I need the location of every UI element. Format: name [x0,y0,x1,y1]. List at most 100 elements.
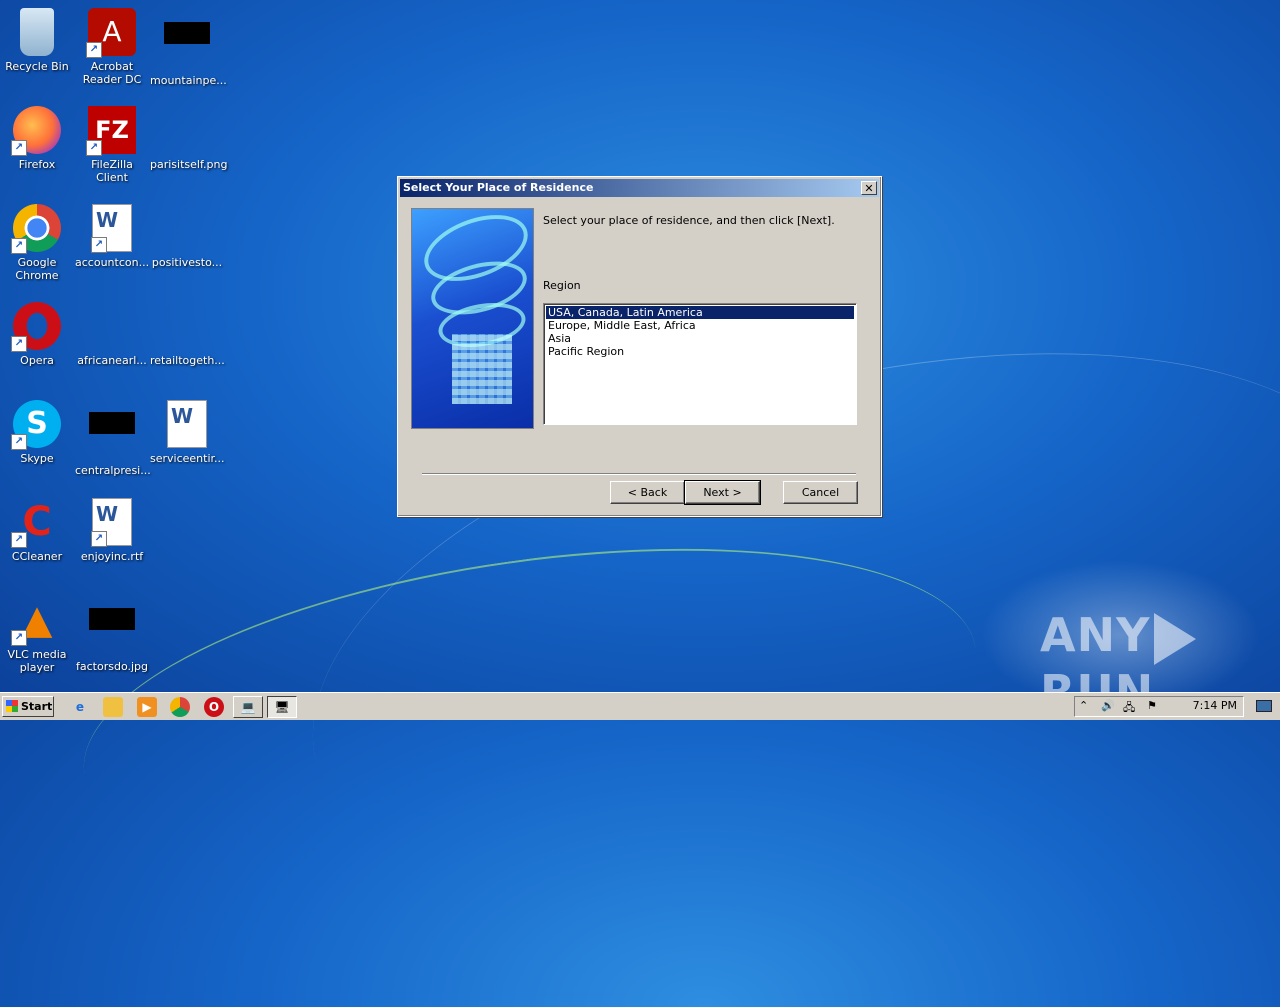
close-button[interactable]: ✕ [861,181,877,195]
file-explorer-icon[interactable] [103,697,123,717]
desktop-icon-label: CCleaner [11,550,63,563]
file-thumbnail-icon [163,22,211,70]
region-option[interactable]: Pacific Region [546,345,854,358]
desktop-icon-centralpresi[interactable]: centralpresi... [75,394,151,477]
desktop-icon-label: Skype [20,452,54,465]
windows-logo-icon [6,700,18,712]
desktop-icon-vlc[interactable]: ▲ ↗ VLC media player [0,590,74,674]
volume-icon[interactable]: 🔊 [1101,699,1115,712]
region-listbox[interactable]: USA, Canada, Latin America Europe, Middl… [543,303,857,425]
desktop-icon-label: Google Chrome [15,256,59,282]
desktop-icon-label: mountainpe... [150,74,227,87]
png-file-icon [163,106,211,154]
desktop-icon-skype[interactable]: S ↗ Skype [0,394,74,465]
desktop-icon-label: parisitself.png [150,158,228,171]
vlc-icon: ▲ ↗ [11,596,61,646]
ccleaner-icon: C ↗ [11,498,61,548]
region-option[interactable]: Asia [546,332,854,345]
next-button[interactable]: Next > [684,480,761,505]
system-tray: ⌃ 🔊 🖧 ⚑ 7:14 PM [1074,696,1244,717]
media-player-icon[interactable]: ▶ [137,697,157,717]
dialog-titlebar[interactable]: Select Your Place of Residence ✕ [400,179,879,197]
desktop-icon-label: positivesto... [151,256,223,269]
word-glyph: W [96,502,119,526]
file-thumbnail-icon [163,302,211,350]
desktop-icon-serviceentir[interactable]: W serviceentir... [150,394,225,465]
desktop-icon-label: centralpresi... [75,464,151,477]
word-doc-icon: W ↗ [91,204,132,253]
chevron-up-icon[interactable]: ⌃ [1079,699,1088,712]
clock[interactable]: 7:14 PM [1193,699,1237,712]
desktop-icon-label: enjoyinc.rtf [80,550,144,563]
region-option[interactable]: Europe, Middle East, Africa [546,319,854,332]
word-doc-icon: W [167,400,207,448]
desktop-icon-factorsdo[interactable]: factorsdo.jpg [75,590,149,673]
setup-dialog-icon: 🖥 [274,700,290,714]
desktop-icon-label: factorsdo.jpg [76,660,148,673]
network-icon[interactable]: 🖧 [1123,699,1135,718]
desktop-icon-label: VLC media player [7,648,67,674]
dialog-title: Select Your Place of Residence [403,181,594,194]
desktop-icon-filezilla[interactable]: FZ ↗ FileZilla Client [75,100,149,184]
shortcut-arrow-icon: ↗ [86,140,102,156]
word-glyph: W [96,208,119,232]
opera-icon: ↗ [11,302,61,352]
file-thumbnail-icon [88,412,136,460]
shortcut-arrow-icon: ↗ [11,532,27,548]
desktop-icon-acrobat[interactable]: A ↗ Acrobat Reader DC [75,2,149,86]
installer-icon: 💻 [240,700,256,714]
show-desktop-button[interactable] [1250,696,1278,717]
recycle-bin-icon [20,8,54,56]
desktop-icon-recycle-bin[interactable]: Recycle Bin [0,2,74,73]
desktop-icon-enjoyinc[interactable]: W ↗ enjoyinc.rtf [75,492,149,563]
desktop-icon-label: Firefox [18,158,56,171]
desktop-icon-accountcon[interactable]: W ↗ accountcon... [75,198,149,269]
file-thumbnail-icon [88,302,136,350]
desktop-icon-label: accountcon... [75,256,150,269]
jpg-file-icon [88,608,136,656]
desktop-icon-label: retailtogeth... [150,354,225,367]
watermark-left: ANY [1040,608,1151,662]
region-label: Region [543,279,581,292]
shortcut-arrow-icon: ↗ [11,238,27,254]
instruction-text: Select your place of residence, and then… [543,214,835,227]
desktop-icon-parisitself[interactable]: parisitself.png [150,100,228,171]
shortcut-arrow-icon: ↗ [11,336,27,352]
flag-icon[interactable]: ⚑ [1147,699,1157,712]
opera-taskbar-icon[interactable]: O [204,697,224,717]
acrobat-icon: A ↗ [86,8,136,58]
desktop-icon-positivesto[interactable]: positivesto... [150,198,224,269]
filezilla-icon: FZ ↗ [86,106,136,156]
shortcut-arrow-icon: ↗ [11,630,27,646]
firefox-icon: ↗ [11,106,61,156]
residence-dialog: Select Your Place of Residence ✕ Select … [397,176,882,517]
play-icon [1154,612,1197,665]
desktop-icon-google-chrome[interactable]: ↗ Google Chrome [0,198,74,282]
desktop-icon-retailtogeth[interactable]: retailtogeth... [150,296,225,367]
back-button[interactable]: < Back [610,481,685,504]
desktop-icon-mountainpe[interactable]: mountainpe... [150,2,227,87]
chrome-taskbar-icon[interactable] [170,697,190,717]
acrobat-glyph: A [102,15,122,48]
close-icon: ✕ [864,182,874,195]
skype-glyph: S [26,406,48,441]
shortcut-arrow-icon: ↗ [11,434,27,450]
internet-explorer-icon[interactable]: e [70,697,90,717]
divider [422,473,856,475]
start-button[interactable]: Start [2,696,54,717]
cancel-button[interactable]: Cancel [783,481,858,504]
desktop-icon-opera[interactable]: ↗ Opera [0,296,74,367]
desktop-icon-firefox[interactable]: ↗ Firefox [0,100,74,171]
taskbar: Start e ▶ O 💻 🖥 ⌃ 🔊 🖧 ⚑ 7:14 PM [0,692,1280,720]
taskbar-app-setup[interactable]: 💻 [233,696,263,718]
taskbar-app-dialog[interactable]: 🖥 [267,696,297,718]
desktop-icon-africanearl[interactable]: africanearl... [75,296,149,367]
cube-graphic [452,334,512,404]
desktop-icon-label: Opera [20,354,54,367]
region-option[interactable]: USA, Canada, Latin America [546,306,854,319]
desktop-icon-ccleaner[interactable]: C ↗ CCleaner [0,492,74,563]
word-glyph: W [171,404,194,428]
start-label: Start [21,700,53,713]
shortcut-arrow-icon: ↗ [91,237,107,253]
desktop-icon-label: africanearl... [77,354,147,367]
